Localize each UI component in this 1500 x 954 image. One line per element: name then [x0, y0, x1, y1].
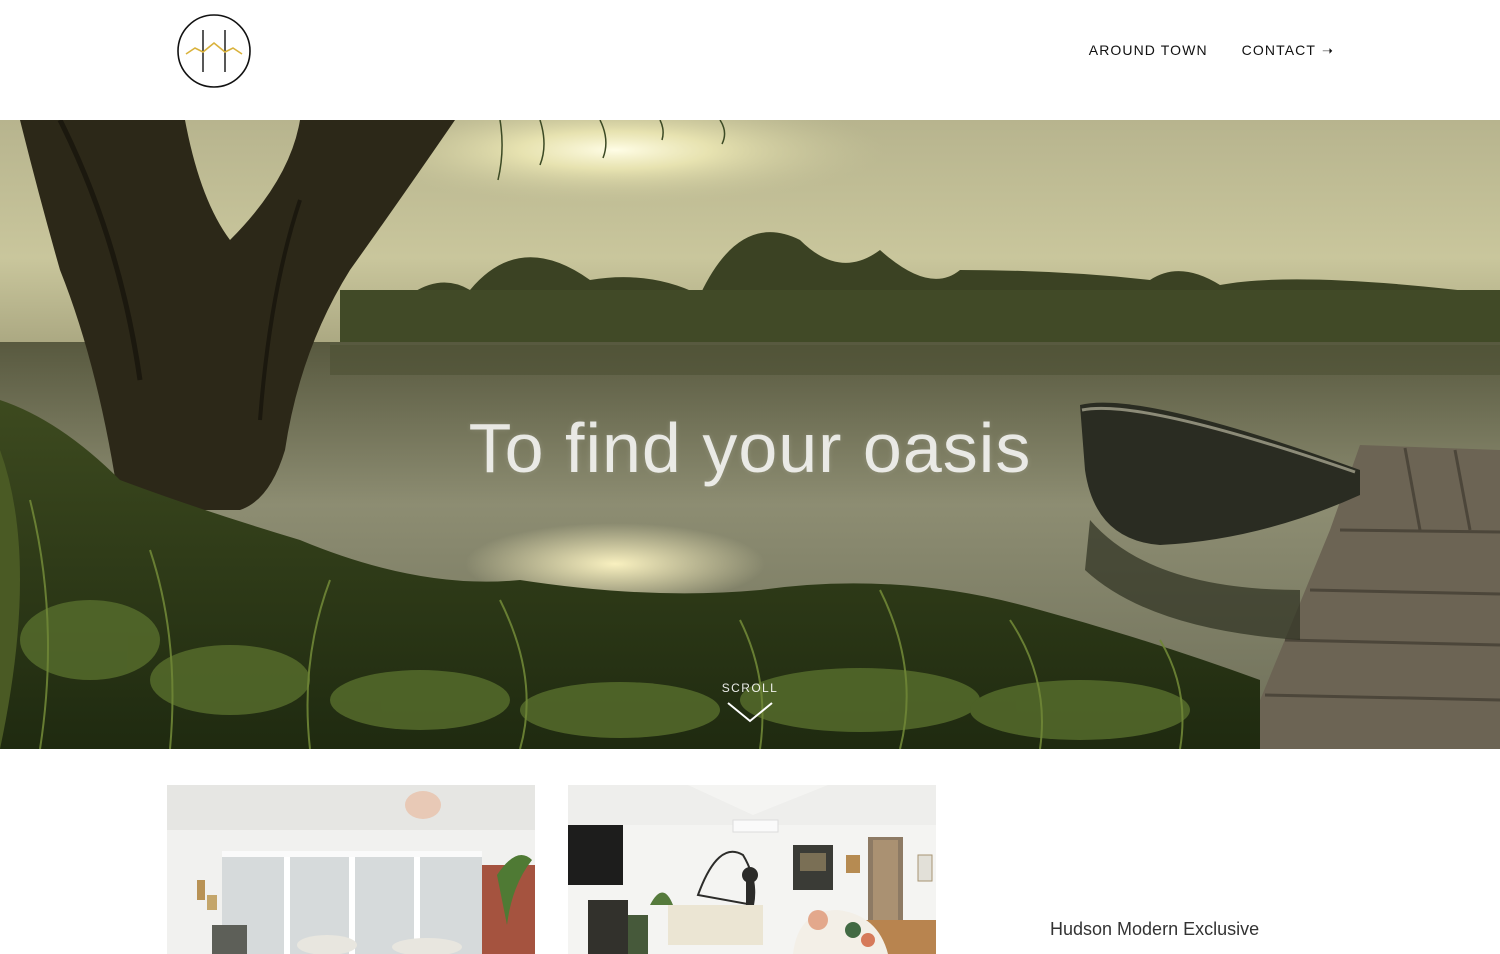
listing-photo-sunroom[interactable]: [167, 785, 535, 954]
main-nav: AROUND TOWN CONTACT ➝: [1089, 42, 1334, 59]
sunroom-photo: [167, 785, 535, 954]
hero-section: To find your oasis SCROLL: [0, 120, 1500, 749]
nav-around-town[interactable]: AROUND TOWN: [1089, 42, 1208, 59]
listings-section: [0, 785, 1500, 954]
nav-contact-label: CONTACT: [1241, 42, 1316, 58]
listing-photo-living-room[interactable]: [568, 785, 936, 954]
hero-headline: To find your oasis: [468, 409, 1032, 487]
logo-home-link[interactable]: [176, 13, 252, 89]
listing-title: Hudson Modern Exclusive: [1050, 919, 1260, 939]
chevron-down-icon: [727, 702, 773, 723]
scroll-label: SCROLL: [721, 681, 779, 695]
circle-h-logo: [177, 14, 251, 88]
nav-around-town-label: AROUND TOWN: [1088, 42, 1208, 58]
nav-contact[interactable]: CONTACT ➝: [1242, 42, 1334, 59]
arrow-right-icon: ➝: [1322, 43, 1334, 58]
scroll-down-button[interactable]: SCROLL: [700, 681, 800, 723]
site-header: AROUND TOWN CONTACT ➝: [0, 0, 1500, 120]
living-room-photo: [568, 785, 936, 954]
